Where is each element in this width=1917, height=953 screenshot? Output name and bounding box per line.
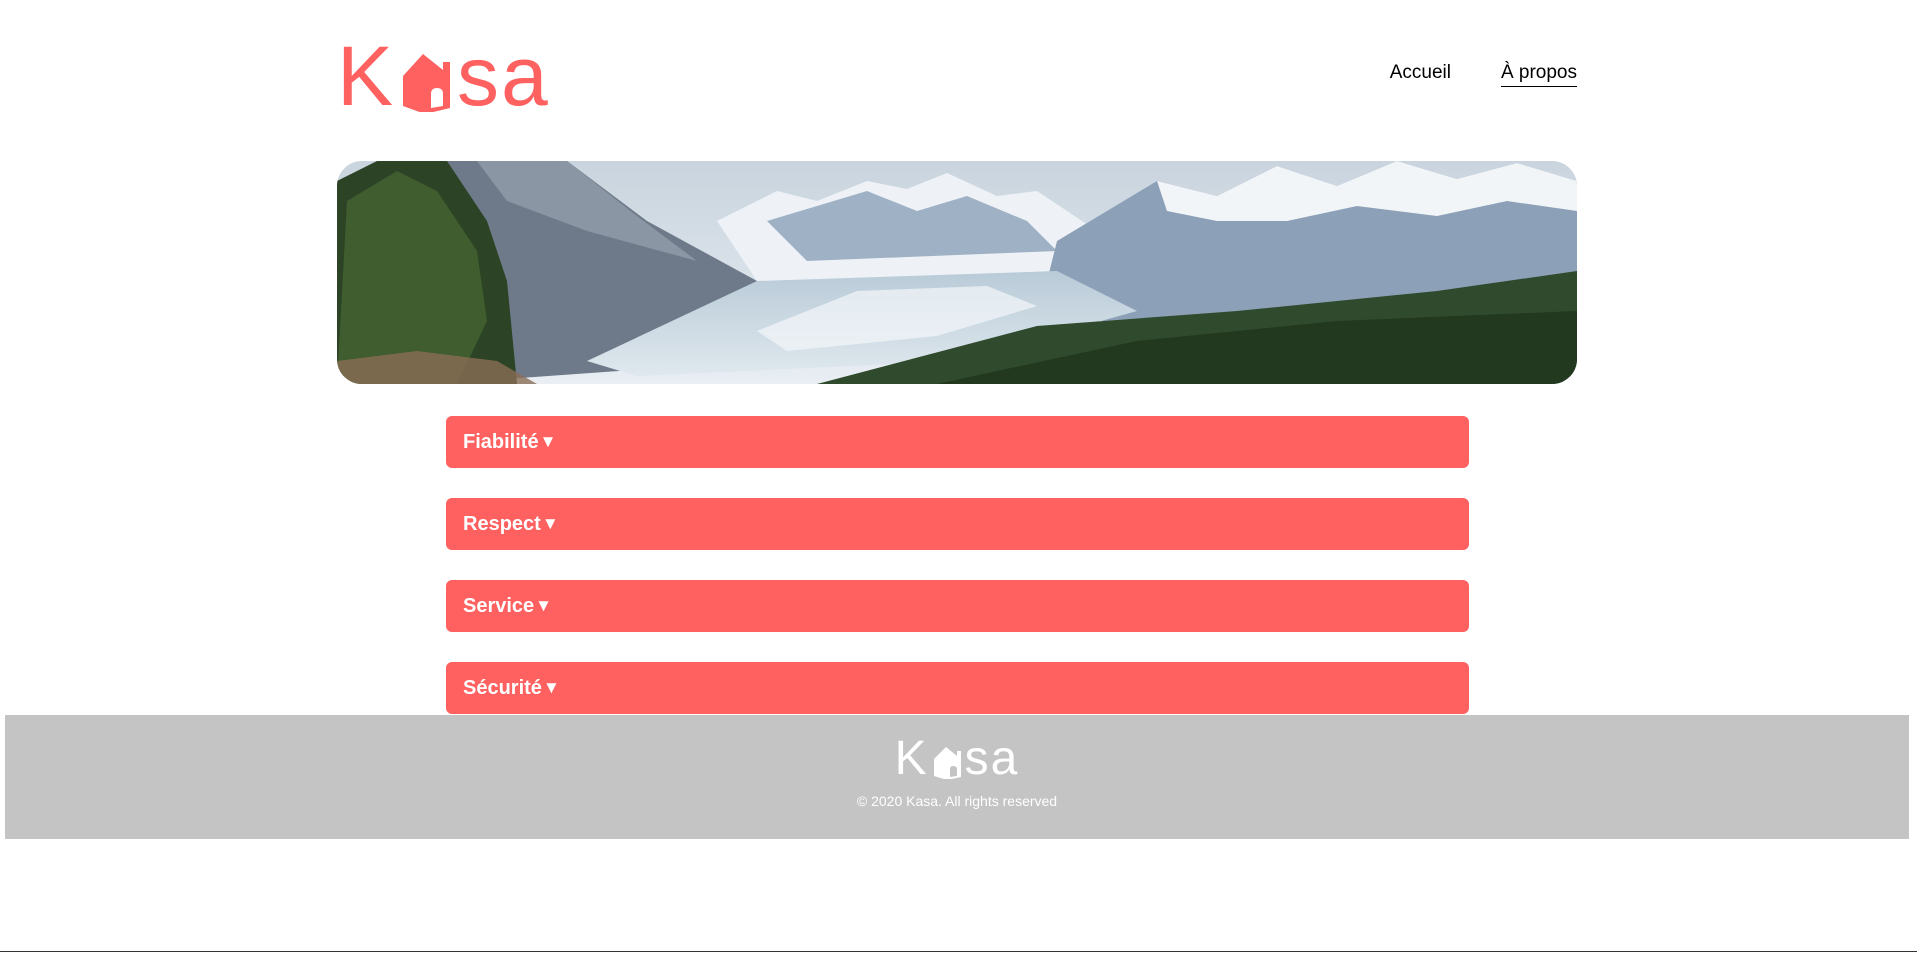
- chevron-down-icon: ▼: [541, 514, 559, 533]
- footer-kasa-logo: K sa: [894, 732, 1020, 785]
- main-nav: Accueil À propos: [1390, 62, 1577, 87]
- values-accordion: Fiabilité ▼ Respect ▼ Service ▼ Sécurité…: [446, 416, 1469, 714]
- collapse-service[interactable]: Service ▼: [446, 580, 1469, 632]
- collapse-fiabilite[interactable]: Fiabilité ▼: [446, 416, 1469, 468]
- footer-logo-text-k: K: [894, 732, 929, 785]
- site-footer: K sa © 2020 Kasa. All rights reserved: [5, 715, 1909, 839]
- collapse-title: Fiabilité: [463, 430, 539, 453]
- logo-text-sa: sa: [457, 29, 550, 123]
- collapse-title: Service: [463, 594, 535, 617]
- nav-link-a-propos[interactable]: À propos: [1500, 62, 1577, 87]
- footer-logo-text-sa: sa: [964, 732, 1020, 785]
- house-icon: [933, 739, 963, 779]
- collapse-respect[interactable]: Respect ▼: [446, 498, 1469, 550]
- about-banner: [337, 161, 1577, 384]
- copyright-text: © 2020 Kasa. All rights reserved: [856, 793, 1058, 809]
- chevron-down-icon: ▼: [539, 432, 557, 451]
- site-header: K sa Accueil À propos: [337, 29, 1577, 123]
- bottom-divider: [0, 951, 1917, 952]
- chevron-down-icon: ▼: [535, 596, 552, 615]
- about-page: K sa Accueil À propos Fiabilité ▼ Respec…: [0, 0, 1917, 953]
- logo-text-k: K: [337, 29, 396, 123]
- chevron-down-icon: ▼: [542, 678, 560, 697]
- collapse-title: Respect: [463, 512, 541, 535]
- collapse-securite[interactable]: Sécurité ▼: [446, 662, 1469, 714]
- house-icon: [401, 40, 453, 112]
- kasa-logo[interactable]: K sa: [337, 29, 550, 123]
- nav-link-accueil[interactable]: Accueil: [1390, 62, 1451, 87]
- collapse-title: Sécurité: [463, 676, 542, 699]
- mountain-landscape-image: [337, 161, 1577, 384]
